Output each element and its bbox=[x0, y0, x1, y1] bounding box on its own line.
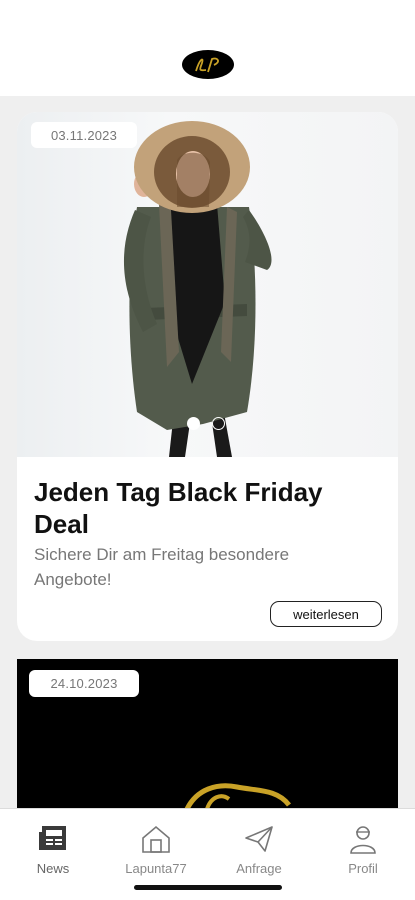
tab-news-label: News bbox=[36, 861, 70, 876]
app-header bbox=[0, 0, 415, 96]
brand-logo[interactable] bbox=[182, 50, 234, 79]
home-icon bbox=[139, 822, 173, 856]
post-title: Jeden Tag Black Friday Deal bbox=[34, 477, 323, 539]
tab-profil[interactable]: Profil bbox=[318, 809, 408, 884]
post-subtitle: Sichere Dir am Freitag besondere Angebot… bbox=[34, 545, 290, 589]
newspaper-icon bbox=[36, 822, 70, 856]
tab-profil-label: Profil bbox=[348, 861, 378, 876]
news-card[interactable]: 24.10.2023 bbox=[17, 659, 398, 808]
post-image-carousel[interactable]: 03.11.2023 bbox=[17, 112, 398, 457]
model-photo bbox=[123, 121, 272, 457]
gold-logo-artwork bbox=[184, 783, 291, 808]
tab-anfrage[interactable]: Anfrage bbox=[214, 809, 304, 884]
person-icon bbox=[346, 822, 380, 856]
carousel-dot-2[interactable] bbox=[212, 417, 225, 430]
tab-news[interactable]: News bbox=[8, 809, 98, 884]
news-feed[interactable]: 03.11.2023 Jeden Tag Black Friday Deal S… bbox=[0, 96, 415, 808]
carousel-indicator[interactable] bbox=[187, 417, 225, 430]
tab-lapunta77[interactable]: Lapunta77 bbox=[111, 809, 201, 884]
post-date-badge: 24.10.2023 bbox=[29, 670, 139, 697]
home-indicator[interactable] bbox=[134, 885, 282, 890]
tab-lapunta77-label: Lapunta77 bbox=[125, 861, 187, 876]
read-more-button[interactable]: weiterlesen bbox=[270, 601, 382, 627]
post-date-badge: 03.11.2023 bbox=[31, 122, 137, 148]
news-card[interactable]: 03.11.2023 Jeden Tag Black Friday Deal S… bbox=[17, 112, 398, 641]
carousel-dot-1[interactable] bbox=[187, 417, 200, 430]
logo-monogram-icon bbox=[195, 57, 219, 72]
paper-plane-icon bbox=[242, 822, 276, 856]
tab-anfrage-label: Anfrage bbox=[236, 861, 282, 876]
